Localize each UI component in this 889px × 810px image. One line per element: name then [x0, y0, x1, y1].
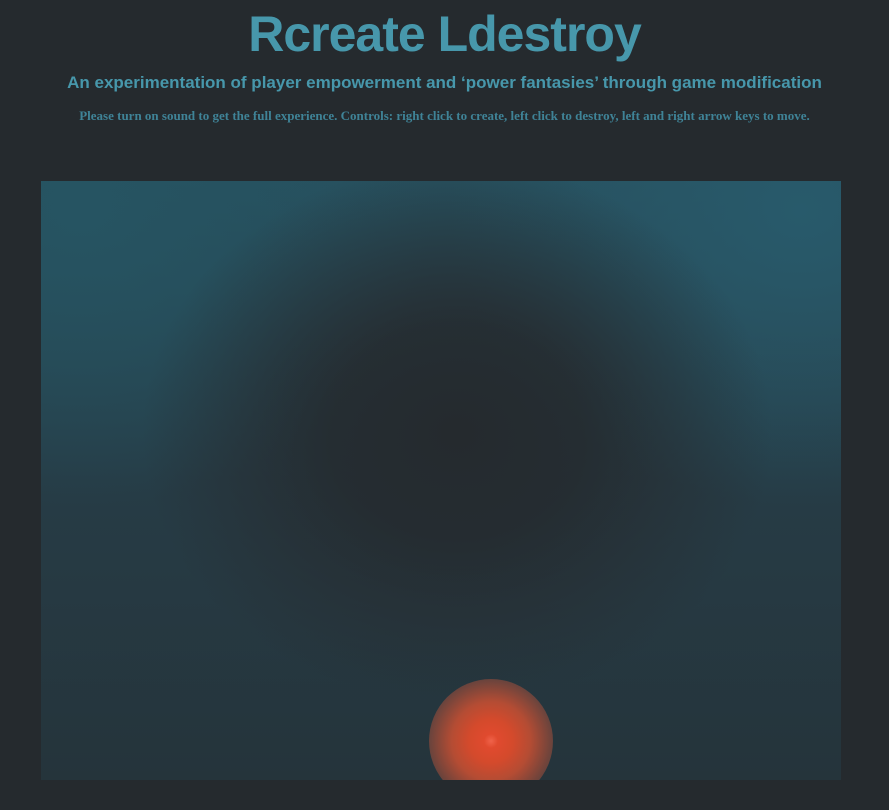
player-orb — [429, 679, 553, 780]
page-title: Rcreate Ldestroy — [248, 6, 642, 62]
page: Rcreate Ldestroy An experimentation of p… — [0, 0, 889, 810]
game-canvas[interactable] — [41, 181, 841, 780]
controls-instructions: Please turn on sound to get the full exp… — [79, 108, 810, 123]
page-subtitle: An experimentation of player empowerment… — [67, 73, 822, 92]
